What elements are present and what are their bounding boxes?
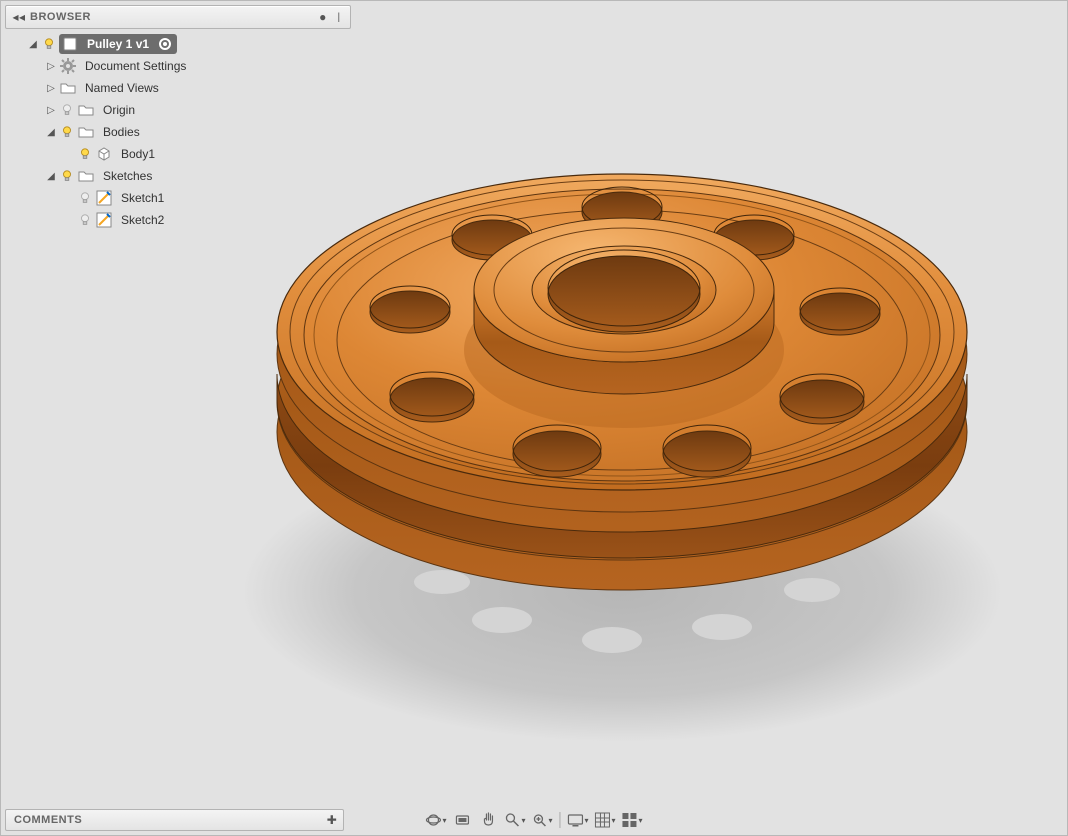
browser-header[interactable]: ◂◂ BROWSER ● | [5,5,351,29]
visibility-bulb-icon[interactable] [41,36,57,52]
tree-item-document-settings[interactable]: ▷ Document Settings [5,55,351,77]
root-component-pill[interactable]: Pulley 1 v1 [59,34,177,54]
tree-item-named-views[interactable]: ▷ Named Views [5,77,351,99]
component-icon [61,35,79,53]
tree-item-label: Sketch1 [117,191,168,205]
app-viewport: ◂◂ BROWSER ● | ◢ Pulley 1 v1 [0,0,1068,836]
tree-item-label: Sketches [99,169,156,183]
tree-item-label: Document Settings [81,59,190,73]
tree-item-label: Bodies [99,125,144,139]
chevron-down-icon: ▾ [521,816,525,825]
body-icon [95,145,113,163]
chevron-down-icon: ▾ [612,816,616,825]
display-settings-button[interactable]: ▾ [566,810,591,830]
navigation-bar: ▾ ▾ ▾ ▾ ▾ ▾ [423,809,644,831]
nav-separator [560,812,561,828]
expand-toggle-icon[interactable]: ▷ [45,60,57,72]
tree-item-sketch2[interactable]: ▷ Sketch2 [5,209,351,231]
active-component-icon[interactable] [159,38,171,50]
tree-item-label: Body1 [117,147,159,161]
folder-icon [59,79,77,97]
pan-button[interactable] [476,810,500,830]
browser-divider-icon: | [332,10,346,24]
chevron-down-icon: ▾ [639,816,643,825]
comments-panel-header[interactable]: COMMENTS ✚ [5,809,344,831]
visibility-bulb-icon[interactable] [59,102,75,118]
visibility-bulb-icon[interactable] [77,146,93,162]
comments-expand-icon[interactable]: ✚ [325,813,339,827]
expand-toggle-icon[interactable]: ▷ [45,82,57,94]
browser-minimize-icon[interactable]: ● [316,10,330,24]
chevron-down-icon: ▾ [442,816,446,825]
expand-toggle-icon[interactable]: ◢ [45,126,57,138]
browser-collapse-left-icon[interactable]: ◂◂ [12,10,26,24]
orbit-button[interactable]: ▾ [423,810,448,830]
expand-toggle-icon[interactable]: ◢ [45,170,57,182]
tree-root-row[interactable]: ◢ Pulley 1 v1 [5,33,351,55]
tree-item-body1[interactable]: ▷ Body1 [5,143,351,165]
browser-panel: ◂◂ BROWSER ● | ◢ Pulley 1 v1 [5,5,351,243]
expand-toggle-icon[interactable]: ◢ [27,38,39,50]
visibility-bulb-icon[interactable] [59,168,75,184]
fit-button[interactable]: ▾ [529,810,554,830]
viewports-button[interactable]: ▾ [620,810,645,830]
folder-icon [77,101,95,119]
tree-item-label: Sketch2 [117,213,168,227]
browser-title: BROWSER [26,11,314,23]
chevron-down-icon: ▾ [585,816,589,825]
grid-settings-button[interactable]: ▾ [593,810,618,830]
tree-item-sketch1[interactable]: ▷ Sketch1 [5,187,351,209]
tree-item-label: Named Views [81,81,163,95]
tree-item-label: Origin [99,103,139,117]
comments-title: COMMENTS [10,814,325,826]
sketch-icon [95,189,113,207]
folder-icon [77,123,95,141]
zoom-button[interactable]: ▾ [502,810,527,830]
root-label: Pulley 1 v1 [83,37,153,51]
tree-item-bodies[interactable]: ◢ Bodies [5,121,351,143]
tree-item-sketches[interactable]: ◢ Sketches [5,165,351,187]
visibility-bulb-icon[interactable] [77,212,93,228]
gear-icon [59,57,77,75]
visibility-bulb-icon[interactable] [77,190,93,206]
tree-item-origin[interactable]: ▷ Origin [5,99,351,121]
visibility-bulb-icon[interactable] [59,124,75,140]
chevron-down-icon: ▾ [548,816,552,825]
folder-icon [77,167,95,185]
expand-toggle-icon[interactable]: ▷ [45,104,57,116]
look-at-button[interactable] [450,810,474,830]
sketch-icon [95,211,113,229]
browser-tree: ◢ Pulley 1 v1 ▷ [5,29,351,243]
